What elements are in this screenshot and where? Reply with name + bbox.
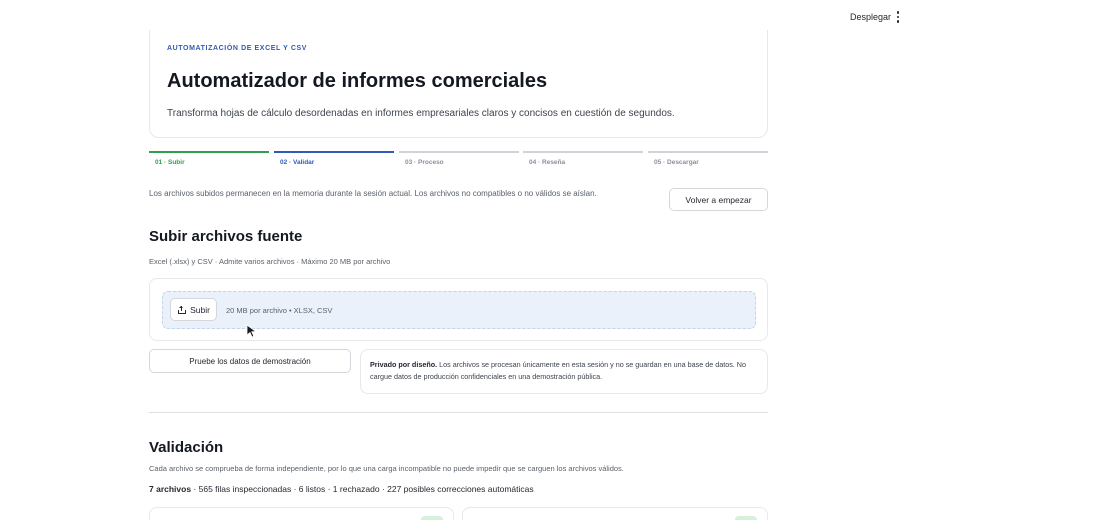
file-card[interactable]: [462, 507, 768, 520]
step-validate: 02 · Validar: [274, 151, 394, 169]
upload-button-label: Subir: [190, 304, 210, 315]
step-review: 04 · Reseña: [523, 151, 643, 169]
validation-section-subtitle: Cada archivo se comprueba de forma indep…: [149, 464, 624, 473]
upload-section-title: Subir archivos fuente: [149, 228, 303, 245]
hero-description: Transforma hojas de cálculo desordenadas…: [167, 108, 675, 119]
kebab-menu-icon[interactable]: [893, 9, 903, 25]
restart-button[interactable]: Volver a empezar: [669, 188, 768, 211]
hero-card: AUTOMATIZACIÓN DE EXCEL Y CSV Automatiza…: [149, 30, 768, 138]
validation-section-title: Validación: [149, 439, 224, 456]
file-card[interactable]: [149, 507, 454, 520]
validation-summary: 7 archivos · 565 filas inspeccionadas · …: [149, 484, 534, 494]
session-note: Los archivos subidos permanecen en la me…: [149, 189, 597, 198]
summary-file-count: 7 archivos: [149, 484, 192, 494]
deploy-button[interactable]: Desplegar: [850, 12, 891, 22]
step-download: 05 · Descargar: [648, 151, 768, 169]
section-divider: [149, 412, 768, 413]
app-header: Desplegar: [0, 0, 1100, 34]
step-label: 03 · Proceso: [405, 159, 444, 166]
summary-details: · 565 filas inspeccionadas · 6 listos · …: [191, 484, 534, 494]
hero-eyebrow: AUTOMATIZACIÓN DE EXCEL Y CSV: [167, 45, 308, 52]
mouse-cursor-icon: [246, 324, 258, 338]
step-label: 05 · Descargar: [654, 159, 699, 166]
upload-card: Subir 20 MB por archivo • XLSX, CSV: [149, 278, 768, 341]
step-label: 01 · Subir: [155, 159, 185, 166]
upload-icon: [177, 305, 187, 314]
step-process: 03 · Proceso: [399, 151, 519, 169]
upload-button[interactable]: Subir: [170, 298, 217, 321]
status-badge: [421, 516, 443, 520]
privacy-title: Privado por diseño.: [370, 360, 438, 369]
upload-section-subtitle: Excel (.xlsx) y CSV · Admite varios arch…: [149, 257, 391, 266]
step-upload: 01 · Subir: [149, 151, 269, 169]
dropzone-hint: 20 MB por archivo • XLSX, CSV: [226, 306, 333, 315]
demo-data-button[interactable]: Pruebe los datos de demostración: [149, 349, 351, 373]
status-badge: [735, 516, 757, 520]
privacy-notice: Privado por diseño. Los archivos se proc…: [360, 349, 768, 394]
page-title: Automatizador de informes comerciales: [167, 70, 548, 92]
step-label: 04 · Reseña: [529, 159, 566, 166]
step-label: 02 · Validar: [280, 159, 315, 166]
progress-stepper: 01 · Subir 02 · Validar 03 · Proceso 04 …: [149, 151, 768, 169]
